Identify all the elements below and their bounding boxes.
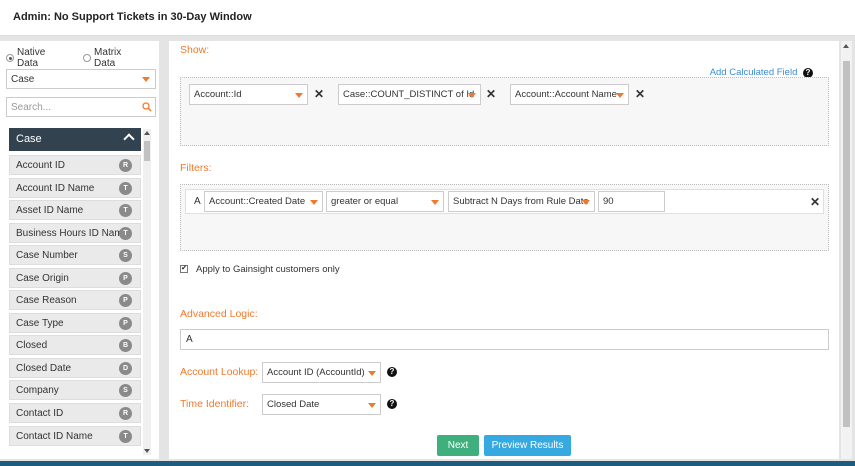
field-type-badge: P	[119, 316, 132, 330]
show-column-case-count[interactable]: Case::COUNT_DISTINCT of Id	[338, 84, 481, 105]
field-type-badge: P	[119, 294, 132, 308]
filters-label: Filters:	[180, 162, 212, 174]
field-list-item[interactable]: Case Type P	[9, 312, 141, 333]
scroll-up-icon[interactable]	[843, 44, 849, 48]
show-column-account-id[interactable]: Account::Id	[189, 84, 308, 105]
scroll-thumb[interactable]	[144, 141, 150, 161]
show-columns-box: Account::Id ✕ Case::COUNT_DISTINCT of Id…	[180, 77, 829, 146]
search-input[interactable]: Search...	[6, 97, 156, 117]
chevron-down-icon	[368, 371, 376, 376]
data-source-toggle: Native Data Matrix Data	[6, 47, 159, 69]
field-list-item[interactable]: Business Hours ID Name T	[9, 222, 141, 243]
show-label: Show:	[180, 44, 210, 56]
show-column-account-name[interactable]: Account::Account Name	[510, 84, 629, 105]
page-header: Admin: No Support Tickets in 30-Day Wind…	[0, 0, 855, 36]
matrix-data-option[interactable]: Matrix Data	[83, 47, 145, 69]
chevron-down-icon	[295, 93, 303, 98]
time-identifier-label: Time Identifier:	[180, 398, 250, 410]
advanced-logic-input[interactable]: A	[180, 329, 829, 350]
field-list-item[interactable]: Case Number S	[9, 245, 141, 266]
field-list-item[interactable]: Asset ID Name T	[9, 200, 141, 221]
field-type-badge: D	[119, 361, 132, 375]
field-list-item[interactable]: Contact ID Name T	[9, 425, 141, 446]
scroll-down-icon[interactable]	[144, 449, 150, 453]
remove-filter-icon[interactable]: ✕	[810, 195, 820, 209]
bottom-bar	[0, 461, 855, 466]
remove-column-icon[interactable]: ✕	[486, 87, 496, 101]
advanced-logic-label: Advanced Logic:	[180, 308, 258, 320]
apply-gainsight-checkbox[interactable]: ✔	[180, 265, 188, 273]
field-type-badge: S	[119, 249, 132, 263]
field-type-badge: T	[119, 226, 132, 240]
chevron-down-icon	[310, 200, 318, 205]
chevron-down-icon	[431, 200, 439, 205]
field-type-badge: B	[119, 339, 132, 353]
field-type-badge: T	[119, 181, 132, 195]
apply-gainsight-label: Apply to Gainsight customers only	[196, 264, 340, 275]
chevron-down-icon	[142, 77, 150, 82]
scroll-thumb[interactable]	[843, 61, 850, 427]
list-header-case[interactable]: Case	[9, 128, 141, 151]
scroll-up-icon[interactable]	[144, 131, 150, 135]
field-type-badge: P	[119, 271, 132, 285]
field-list: Case Account ID R Account ID Name T Asset ID…	[9, 128, 141, 454]
field-type-badge: R	[119, 159, 132, 172]
filter-id: A	[194, 196, 201, 207]
filters-box: A Account::Created Date greater or equal…	[180, 184, 829, 251]
object-select[interactable]: Case	[6, 69, 156, 89]
chevron-down-icon	[582, 200, 590, 205]
field-list-item[interactable]: Company S	[9, 380, 141, 401]
rule-builder-panel: Show: Add Calculated Field ? Account::Id…	[169, 41, 839, 459]
page-title: Admin: No Support Tickets in 30-Day Wind…	[13, 11, 252, 23]
chevron-down-icon	[468, 93, 476, 98]
field-list-scrollbar[interactable]	[143, 129, 151, 455]
field-list-item[interactable]: Closed Date D	[9, 357, 141, 378]
field-list-item[interactable]: Account ID R	[9, 155, 141, 175]
main-scrollbar[interactable]	[841, 41, 852, 459]
radio-native[interactable]	[6, 54, 14, 62]
field-list-item[interactable]: Case Reason P	[9, 290, 141, 311]
account-lookup-select[interactable]: Account ID (AccountId)	[262, 362, 381, 383]
filter-operator-select[interactable]: greater or equal	[326, 191, 444, 212]
help-icon[interactable]: ?	[387, 399, 397, 409]
preview-results-button[interactable]: Preview Results	[484, 435, 571, 456]
field-type-badge: R	[119, 407, 132, 421]
field-list-item[interactable]: Closed B	[9, 335, 141, 356]
field-list-item[interactable]: Contact ID R	[9, 403, 141, 424]
filter-value-type-select[interactable]: Subtract N Days from Rule Date	[448, 191, 595, 212]
account-lookup-label: Account Lookup:	[180, 366, 259, 378]
help-icon[interactable]: ?	[387, 367, 397, 377]
next-button[interactable]: Next	[437, 435, 479, 456]
field-type-badge: S	[119, 384, 132, 398]
filter-field-select[interactable]: Account::Created Date	[204, 191, 323, 212]
filter-value-input[interactable]: 90	[598, 191, 665, 212]
remove-column-icon[interactable]: ✕	[314, 87, 324, 101]
time-identifier-select[interactable]: Closed Date	[262, 394, 381, 415]
chevron-down-icon	[368, 403, 376, 408]
field-list-item[interactable]: Case Origin P	[9, 267, 141, 288]
field-picker-panel: Native Data Matrix Data Case Search... C…	[0, 41, 159, 459]
search-icon	[142, 102, 152, 112]
field-type-badge: T	[119, 429, 132, 443]
field-list-item[interactable]: Account ID Name T	[9, 177, 141, 198]
chevron-down-icon	[616, 93, 624, 98]
remove-column-icon[interactable]: ✕	[635, 87, 645, 101]
filter-row: A Account::Created Date greater or equal…	[185, 189, 824, 214]
field-type-badge: T	[119, 204, 132, 218]
chevron-up-icon[interactable]	[123, 133, 135, 145]
native-data-option[interactable]: Native Data	[6, 47, 69, 69]
radio-matrix[interactable]	[83, 54, 92, 62]
